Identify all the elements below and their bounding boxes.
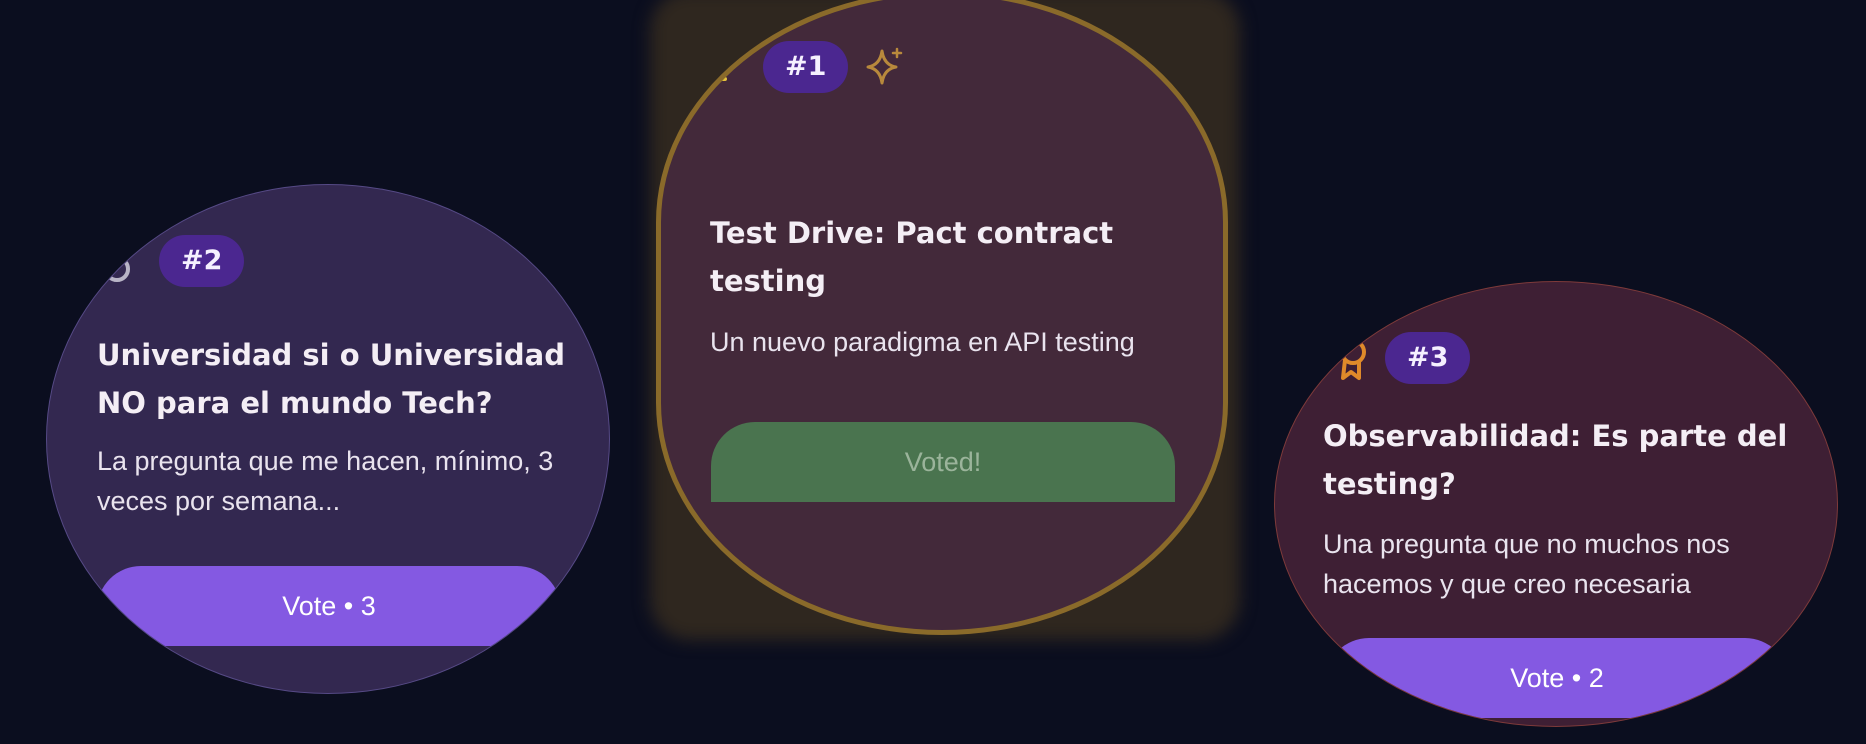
medal-silver-icon: [103, 237, 143, 285]
rank-badge: #2: [159, 235, 245, 287]
trophy-gold-icon: [705, 43, 745, 91]
talk-description: Una pregunta que no muchos nos hacemos y…: [1323, 529, 1730, 599]
voted-button[interactable]: Voted!: [711, 422, 1175, 502]
talk-description: La pregunta que me hacen, mínimo, 3 vece…: [97, 446, 554, 516]
vote-button[interactable]: Vote • 3: [97, 566, 561, 646]
rank-row: #3: [1331, 332, 1471, 384]
rank-row: #2: [103, 235, 245, 287]
rank-badge: #3: [1385, 332, 1471, 384]
award-bronze-icon: [1331, 334, 1371, 382]
talk-title: Observabilidad: Es parte del testing?: [1323, 419, 1788, 501]
rank-badge: #1: [763, 41, 849, 93]
sparkle-icon: [864, 43, 904, 91]
talk-title: Universidad si o Universidad NO para el …: [97, 338, 566, 420]
talk-card-rank-2: #2 Universidad si o Universidad NO para …: [46, 184, 610, 694]
talk-title: Test Drive: Pact contract testing: [710, 216, 1114, 298]
talk-card-rank-3: #3 Observabilidad: Es parte del testing?…: [1274, 281, 1838, 727]
vote-button[interactable]: Vote • 2: [1325, 638, 1789, 718]
talk-card-rank-1: #1 Test Drive: Pact contract testing Un …: [656, 0, 1228, 635]
talk-description: Un nuevo paradigma en API testing: [710, 327, 1135, 357]
rank-row: #1: [705, 41, 904, 93]
